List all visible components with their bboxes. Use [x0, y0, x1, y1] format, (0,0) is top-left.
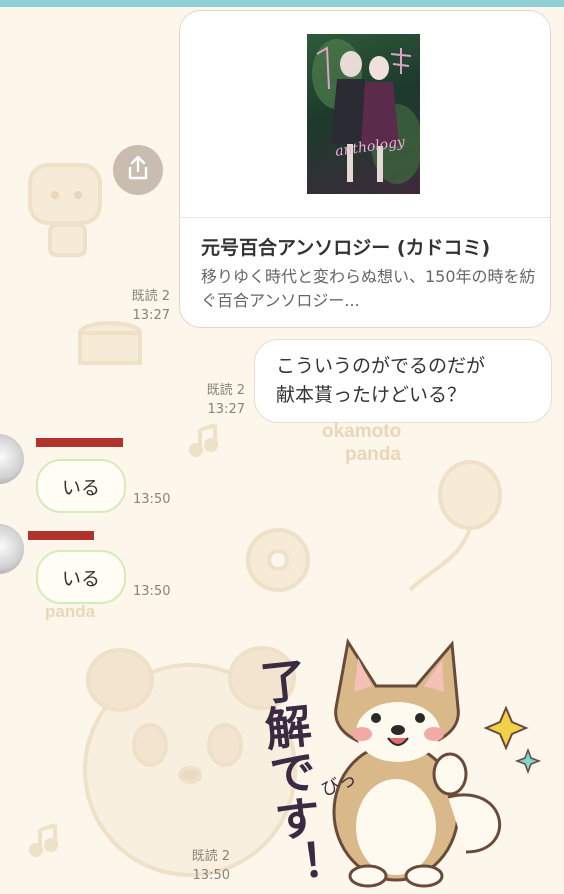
link-thumbnail-area: anthology [180, 11, 550, 218]
incoming-message-text: いる [61, 568, 100, 590]
message-time: 13:27 [132, 308, 170, 323]
message-line-1: こういうのがでるのだが [276, 355, 486, 377]
share-button[interactable] [113, 145, 163, 195]
message-time: 13:50 [133, 492, 171, 507]
share-icon [126, 155, 150, 185]
link-preview-card[interactable]: anthology 元号百合アンソロジー (カドコミ) 移りゆく時代と変わらぬ想… [179, 10, 551, 328]
link-description: 移りゆく時代と変わらぬ想い、150年の時を紡ぐ百合アンソロジー... [201, 267, 536, 310]
redacted-sender-name [36, 438, 123, 447]
incoming-message-bubble[interactable]: いる [36, 459, 126, 513]
link-title: 元号百合アンソロジー (カドコミ) [201, 237, 491, 259]
sticker-message-meta: 既読 2 13:50 [178, 847, 230, 885]
message-line-2: 献本貰ったけどいる？ [276, 384, 467, 406]
wallpaper-text-okamoto: okamoto [322, 421, 401, 442]
message-time: 13:50 [133, 584, 171, 599]
incoming-message-bubble[interactable]: いる [36, 550, 126, 604]
read-receipt: 既読 2 [191, 849, 230, 864]
outgoing-message-meta: 既読 2 13:27 [185, 381, 245, 419]
book-cover-image: anthology [307, 34, 420, 194]
sticker-text: 了解です！ [251, 655, 329, 889]
read-receipt: 既読 2 [206, 383, 245, 398]
link-message-meta: 既読 2 13:27 [110, 287, 170, 325]
outgoing-message-bubble[interactable]: こういうのがでるのだが 献本貰ったけどいる？ [254, 339, 552, 423]
wallpaper-text-panda: panda [345, 444, 401, 465]
read-receipt: 既読 2 [131, 289, 170, 304]
shiba-sticker[interactable]: 了解です！ びっ [238, 622, 558, 890]
message-time: 13:50 [192, 868, 230, 883]
incoming-message-text: いる [61, 477, 100, 499]
message-time: 13:27 [207, 402, 245, 417]
redacted-sender-name [28, 531, 94, 540]
wallpaper-text-panda-2: panda [45, 602, 96, 621]
outgoing-message-text: こういうのがでるのだが 献本貰ったけどいる？ [276, 352, 485, 410]
